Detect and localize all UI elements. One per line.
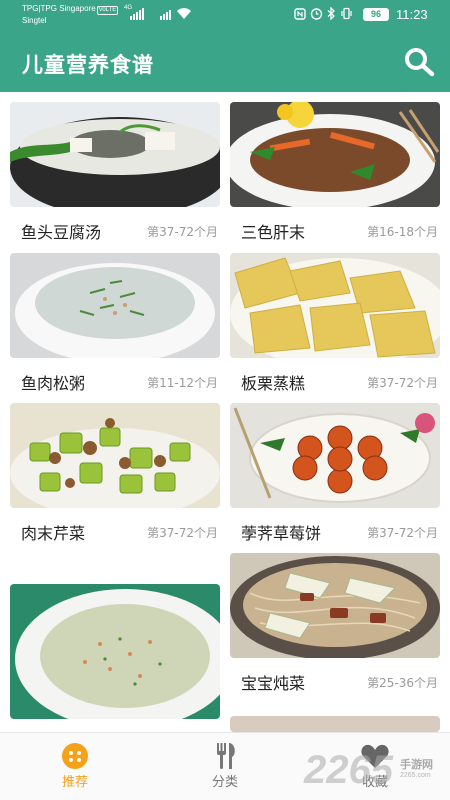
- recipe-card[interactable]: 三色肝末 第16-18个月: [230, 102, 442, 247]
- alarm-icon: [310, 8, 323, 20]
- recipe-photo: [230, 253, 440, 358]
- signal-icon-secondary: [160, 8, 171, 20]
- recipe-card[interactable]: [230, 716, 442, 732]
- app-bar: 儿童营养食谱: [0, 30, 450, 92]
- recipe-photo: [230, 716, 440, 732]
- watermark-text: 手游网: [400, 758, 433, 771]
- bluetooth-icon: [327, 7, 335, 20]
- recipe-photo: [230, 553, 440, 658]
- recipe-age: 第37-72个月: [367, 526, 438, 540]
- watermark-url: 2265.com: [400, 772, 431, 779]
- carrier-name: TPG|TPG Singapore: [22, 4, 96, 13]
- recipe-name: 荸荠草莓饼: [241, 524, 322, 543]
- recipe-card[interactable]: 鱼肉松粥 第11-12个月: [10, 253, 222, 398]
- recipe-card[interactable]: 鱼头豆腐汤 第37-72个月: [10, 102, 222, 247]
- tab-label: 分类: [211, 775, 238, 790]
- recipe-age: 第37-72个月: [367, 376, 438, 390]
- tab-category[interactable]: 分类: [150, 733, 300, 800]
- recipe-age: 第11-12个月: [147, 376, 218, 390]
- recipe-card[interactable]: [10, 584, 222, 724]
- recipe-name: 鱼头豆腐汤: [21, 223, 102, 242]
- recipe-name: 板栗蒸糕: [241, 374, 306, 393]
- recipe-photo: [10, 253, 220, 358]
- battery-indicator: 96: [363, 8, 389, 21]
- fork-knife-icon: [217, 743, 235, 769]
- recipe-card[interactable]: 宝宝炖菜 第25-36个月: [230, 553, 442, 698]
- recipe-card[interactable]: 板栗蒸糕 第37-72个月: [230, 253, 442, 398]
- status-icons: [294, 7, 353, 20]
- clock: 11:23: [396, 7, 428, 22]
- recipe-photo: [10, 102, 220, 207]
- signal-icon: [130, 8, 144, 20]
- recipe-photo: [230, 102, 440, 207]
- recipe-photo: [10, 584, 220, 719]
- recipe-age: 第37-72个月: [147, 225, 218, 239]
- tab-label: 推荐: [61, 775, 88, 790]
- search-icon: [405, 48, 435, 77]
- recipe-photo: [230, 403, 440, 508]
- nfc-icon: [294, 7, 306, 20]
- recipe-name: 宝宝炖菜: [241, 674, 306, 693]
- tab-recommend[interactable]: 推荐: [0, 733, 150, 800]
- carrier-info: TPG|TPG Singapore VoLTE Singtel: [22, 3, 119, 26]
- recipe-name: 三色肝末: [241, 223, 306, 242]
- page-title: 儿童营养食谱: [22, 53, 154, 77]
- recommend-icon: [62, 743, 88, 769]
- status-bar: TPG|TPG Singapore VoLTE Singtel 4G 96 11:…: [0, 0, 450, 30]
- watermark-brand: 2265: [304, 748, 393, 792]
- volte-badge: VoLTE: [96, 6, 119, 15]
- recipe-grid: 鱼头豆腐汤 第37-72个月 三色肝末 第16-18个月 鱼肉松粥 第11-12…: [0, 92, 450, 732]
- recipe-age: 第37-72个月: [147, 526, 218, 540]
- recipe-card[interactable]: 荸荠草莓饼 第37-72个月: [230, 403, 442, 548]
- recipe-name: 鱼肉松粥: [21, 374, 86, 393]
- recipe-age: 第25-36个月: [367, 676, 438, 690]
- search-button[interactable]: [402, 47, 436, 77]
- recipe-card[interactable]: 肉末芹菜 第37-72个月: [10, 403, 222, 548]
- recipe-photo: [10, 403, 220, 508]
- vibrate-icon: [341, 7, 352, 20]
- recipe-age: 第16-18个月: [367, 225, 438, 239]
- carrier-name-secondary: Singtel: [22, 16, 47, 25]
- recipe-name: 肉末芹菜: [21, 524, 86, 543]
- watermark-logo: 2265 手游网 2265.com: [300, 740, 450, 796]
- wifi-icon: [177, 8, 191, 19]
